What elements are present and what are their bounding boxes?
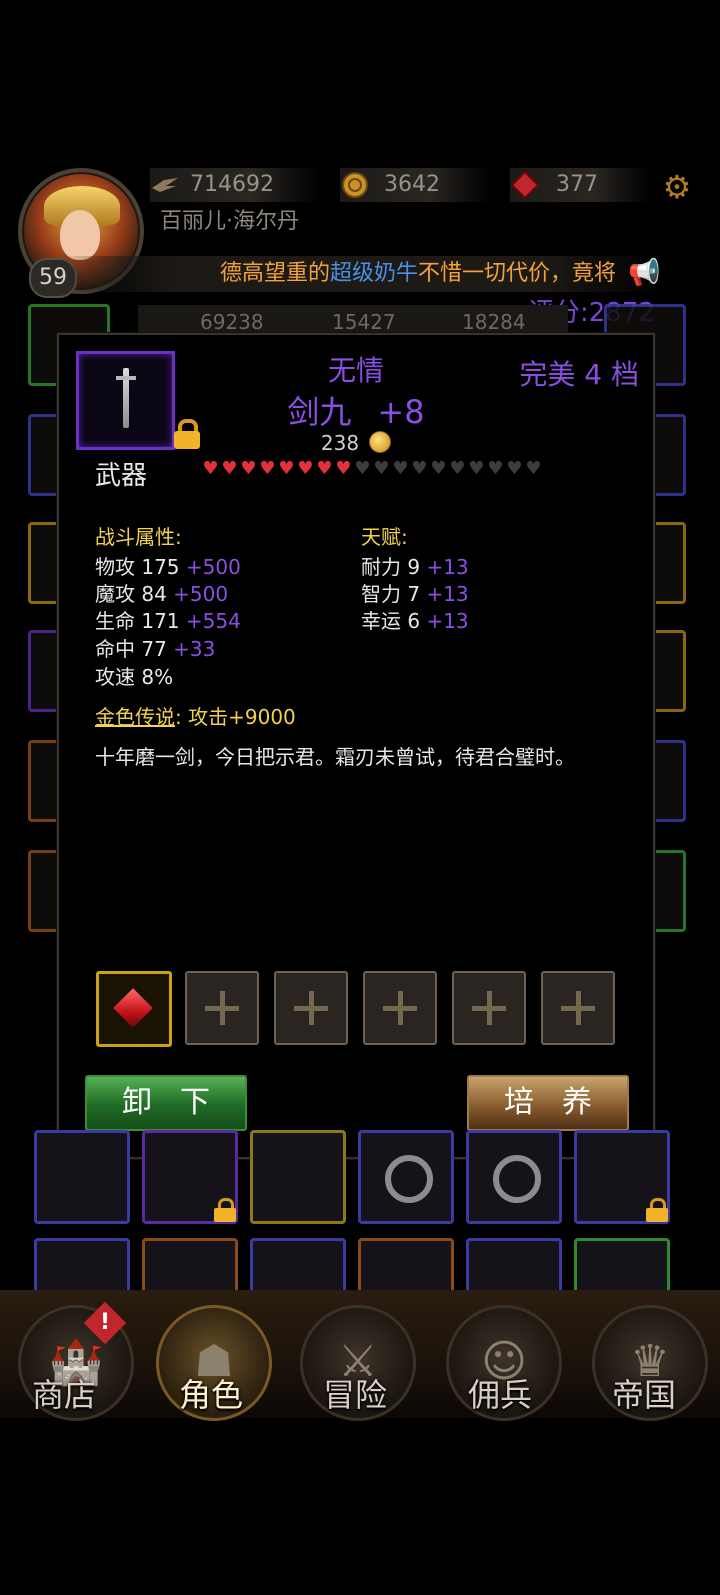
heart-empty-icon: ♥ [392, 458, 409, 479]
wings-icon [152, 178, 178, 192]
combat-stats-title: 战斗属性: [95, 525, 182, 549]
flavor-text: 十年磨一剑，今日把示君。霜刃未曾试，待君合璧时。 [95, 745, 575, 769]
nav-empire-label: 帝国 [611, 1376, 676, 1414]
inventory-slot[interactable] [466, 1130, 562, 1224]
ring-icon [385, 1155, 433, 1203]
combat-stat: 生命 171 +554 [95, 609, 241, 633]
lock-icon [646, 1198, 668, 1222]
avatar-face [60, 210, 100, 260]
heart-empty-icon: ♥ [506, 458, 523, 479]
inventory-slot[interactable] [34, 1130, 130, 1224]
ring-icon [493, 1155, 541, 1203]
talent-stat: 智力 7 +13 [361, 582, 469, 606]
gem-slot-empty[interactable] [274, 971, 348, 1045]
resource-wings: 714692 [150, 168, 320, 202]
heart-empty-icon: ♥ [430, 458, 447, 479]
inventory-slot[interactable] [358, 1130, 454, 1224]
heart-filled-icon: ♥ [335, 458, 352, 479]
settings-gear-icon[interactable]: ⚙ [660, 170, 694, 204]
item-title: 剑九 +8 [287, 393, 425, 431]
lock-icon [214, 1198, 236, 1222]
heart-filled-icon: ♥ [202, 458, 219, 479]
gem-slot-filled[interactable] [96, 971, 172, 1047]
combat-stat: 攻速 8% [95, 665, 174, 689]
item-price: 238 [59, 431, 653, 455]
heart-filled-icon: ♥ [316, 458, 333, 479]
combat-stat: 魔攻 84 +500 [95, 582, 229, 606]
speaker-icon[interactable]: 📢 [628, 256, 662, 290]
talent-stat: 幸运 6 +13 [361, 609, 469, 633]
red-gem-icon [113, 988, 153, 1028]
heart-empty-icon: ♥ [449, 458, 466, 479]
unequip-button[interactable]: 卸下 [85, 1075, 247, 1131]
talent-stat: 耐力 9 +13 [361, 555, 469, 579]
nav-mercenary-label: 佣兵 [467, 1376, 532, 1414]
quality-tier: 完美 4 档 [519, 358, 639, 391]
announcement-marquee: 德高望重的超级奶牛不惜一切代价，竟将 [60, 256, 660, 292]
player-name: 百丽儿·海尔丹 [160, 209, 299, 234]
heart-filled-icon: ♥ [278, 458, 295, 479]
combat-stat: 命中 77 +33 [95, 637, 216, 661]
heart-empty-icon: ♥ [525, 458, 542, 479]
nav-adventure-label: 冒险 [322, 1376, 387, 1414]
gem-slot-empty[interactable] [363, 971, 437, 1045]
gold-coin-icon [342, 172, 368, 198]
inventory-slot[interactable] [250, 1130, 346, 1224]
talent-title: 天赋: [361, 525, 408, 549]
gold-coin-icon [369, 431, 392, 453]
resource-gold: 3642 [340, 168, 490, 202]
heart-filled-icon: ♥ [297, 458, 314, 479]
heart-filled-icon: ♥ [259, 458, 276, 479]
nav-character-label: 角色 [178, 1376, 243, 1414]
alert-badge: ! [83, 1301, 127, 1345]
heart-filled-icon: ♥ [240, 458, 257, 479]
combat-stat: 物攻 175 +500 [95, 555, 241, 579]
train-button[interactable]: 培养 [467, 1075, 629, 1131]
gem-slot-empty[interactable] [541, 971, 615, 1045]
gem-slot-empty[interactable] [452, 971, 526, 1045]
legendary-effect: 金色传说: 攻击+9000 [95, 705, 296, 729]
gem-slot-empty[interactable] [185, 971, 259, 1045]
item-detail-popup: 无情 剑九 +8 完美 4 档 238 武器 ♥ ♥ ♥ ♥ ♥ ♥ ♥ ♥ ♥ ♥ ♥ ♥ ♥ ♥ ♥ ♥ ♥ ♥… [57, 333, 655, 1159]
hearts-rating: ♥ ♥ ♥ ♥ ♥ ♥ ♥ ♥ ♥ ♥ ♥ ♥ ♥ ♥ ♥ ♥ ♥ ♥ [201, 459, 543, 479]
red-gem-icon [510, 170, 540, 200]
enhance-level: +8 [377, 393, 425, 431]
heart-empty-icon: ♥ [411, 458, 428, 479]
resource-gems: 377 [510, 168, 650, 202]
heart-empty-icon: ♥ [487, 458, 504, 479]
heart-filled-icon: ♥ [221, 458, 238, 479]
heart-empty-icon: ♥ [373, 458, 390, 479]
heart-empty-icon: ♥ [354, 458, 371, 479]
marquee-text: 德高望重的超级奶牛不惜一切代价，竟将 [220, 261, 617, 286]
heart-empty-icon: ♥ [468, 458, 485, 479]
nav-shop-label: 商店 [31, 1376, 96, 1414]
slot-type: 武器 [95, 461, 148, 491]
